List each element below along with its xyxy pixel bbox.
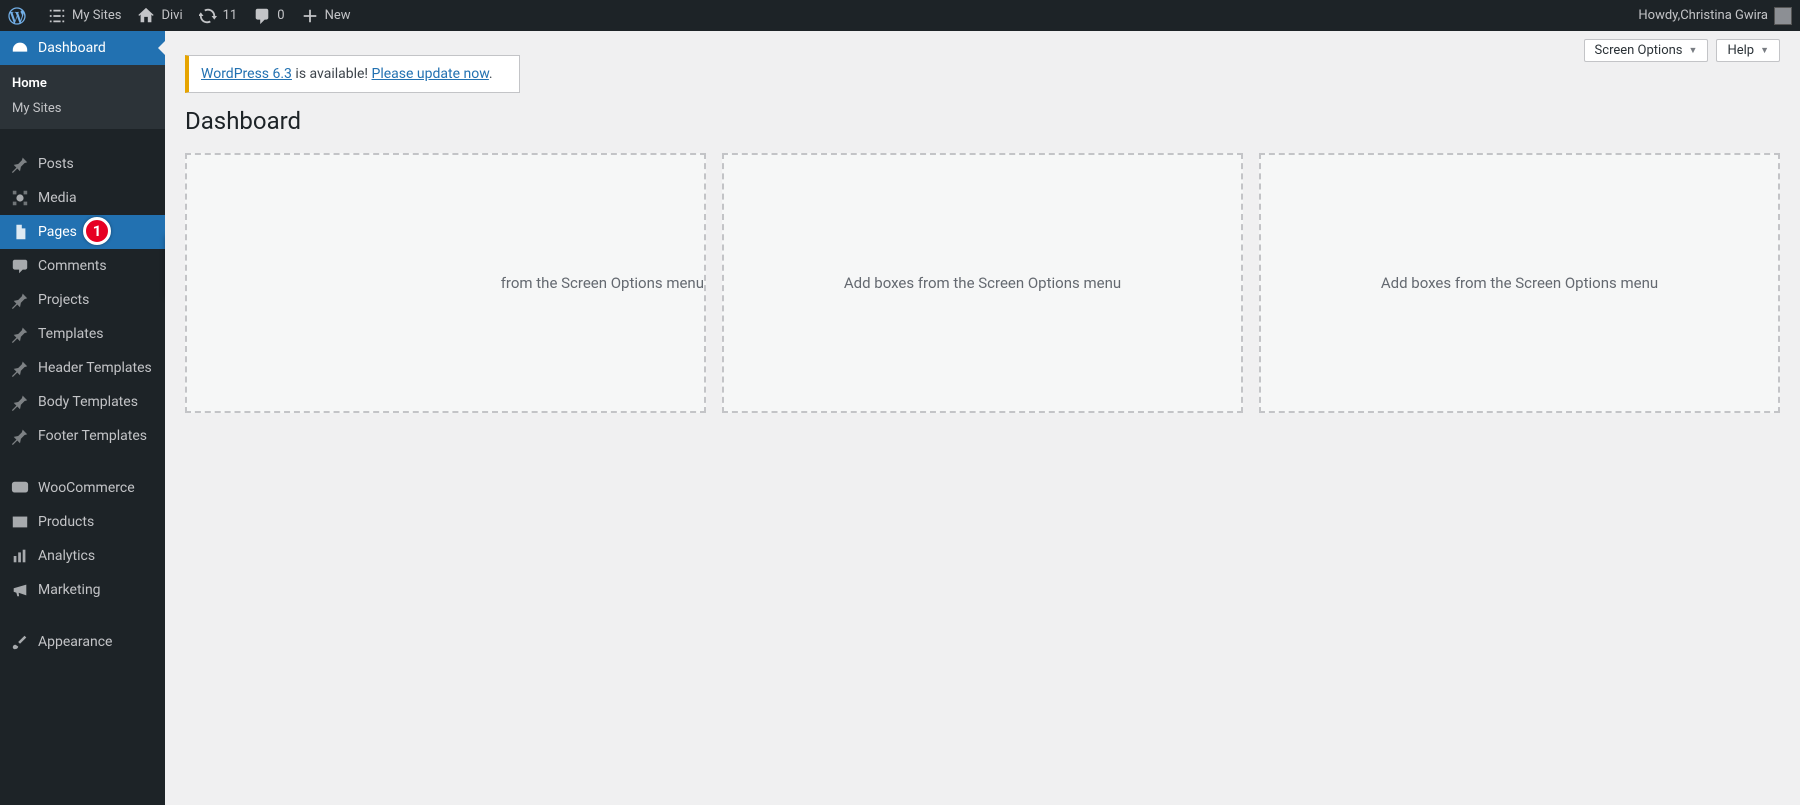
screen-meta-links: Screen Options ▼ Help ▼	[1584, 39, 1780, 62]
content-area: Screen Options ▼ Help ▼ WordPress 6.3 is a…	[165, 31, 1800, 805]
update-icon	[199, 7, 217, 25]
home-icon	[137, 7, 155, 25]
sidebar-item-footer-templates[interactable]: Footer Templates	[0, 419, 165, 453]
new-content-label: New	[325, 8, 351, 23]
wp-logo[interactable]	[0, 0, 40, 31]
account-menu[interactable]: Howdy, Christina Gwira	[1630, 0, 1800, 31]
placeholder-text: Add boxes from the Screen Options menu	[1381, 274, 1658, 292]
analytics-icon	[10, 547, 30, 565]
chevron-down-icon: ▼	[1689, 45, 1698, 56]
sidebar-item-pages[interactable]: Pages 1	[0, 215, 165, 249]
placeholder-text: Add boxes from the Screen Options menu	[844, 274, 1121, 292]
sidebar-item-dashboard[interactable]: Dashboard	[0, 31, 165, 65]
avatar	[1774, 7, 1792, 25]
media-icon	[10, 189, 30, 207]
sidebar-item-label: WooCommerce	[38, 480, 135, 496]
sidebar-item-projects[interactable]: Projects	[0, 283, 165, 317]
sidebar-item-products[interactable]: Products	[0, 505, 165, 539]
sidebar-item-posts[interactable]: Posts	[0, 147, 165, 181]
sidebar-item-marketing[interactable]: Marketing	[0, 573, 165, 607]
updates-menu[interactable]: 11	[191, 0, 246, 31]
help-label: Help	[1727, 43, 1754, 58]
sidebar-item-appearance[interactable]: Appearance	[0, 625, 165, 659]
pin-icon	[10, 359, 30, 377]
user-name: Christina Gwira	[1680, 8, 1768, 23]
sidebar-item-label: Analytics	[38, 548, 95, 564]
megaphone-icon	[10, 581, 30, 599]
network-icon	[48, 7, 66, 25]
admin-sidebar: Dashboard Home My Sites Posts Media Page…	[0, 31, 165, 805]
plus-icon	[301, 7, 319, 25]
sidebar-item-label: Header Templates	[38, 360, 152, 376]
sidebar-item-label: Comments	[38, 258, 107, 274]
sidebar-item-label: Body Templates	[38, 394, 138, 410]
placeholder-text: from the Screen Options menu	[187, 274, 704, 292]
dashboard-submenu: Home My Sites	[0, 65, 165, 129]
screen-options-button[interactable]: Screen Options ▼	[1584, 39, 1709, 62]
brush-icon	[10, 633, 30, 651]
sidebar-item-templates[interactable]: Templates	[0, 317, 165, 351]
pages-icon	[10, 223, 30, 241]
comments-count: 0	[277, 8, 284, 23]
products-icon	[10, 513, 30, 531]
pin-icon	[10, 155, 30, 173]
submenu-my-sites[interactable]: My Sites	[0, 96, 165, 121]
sidebar-item-header-templates[interactable]: Header Templates	[0, 351, 165, 385]
new-content-menu[interactable]: New	[293, 0, 359, 31]
howdy-prefix: Howdy,	[1638, 8, 1680, 23]
widget-placeholder: Add boxes from the Screen Options menu	[722, 153, 1243, 413]
sidebar-item-label: Products	[38, 514, 94, 530]
updates-count: 11	[223, 8, 238, 23]
sidebar-item-label: Projects	[38, 292, 89, 308]
notice-text-mid: is available!	[292, 66, 372, 82]
annotation-1: 1	[83, 217, 111, 245]
comments-menu[interactable]: 0	[245, 0, 292, 31]
sidebar-item-label: Posts	[38, 156, 74, 172]
pin-icon	[10, 393, 30, 411]
update-notice: WordPress 6.3 is available! Please updat…	[185, 55, 520, 93]
chevron-down-icon: ▼	[1760, 45, 1769, 56]
dashboard-icon	[10, 39, 30, 57]
pin-icon	[10, 325, 30, 343]
widget-placeholder: from the Screen Options menu	[185, 153, 706, 413]
notice-version-link[interactable]: WordPress 6.3	[201, 66, 292, 82]
wordpress-icon	[8, 7, 26, 25]
widget-placeholder: Add boxes from the Screen Options menu	[1259, 153, 1780, 413]
sidebar-item-label: Dashboard	[38, 40, 106, 56]
admin-toolbar: My Sites Divi 11 0 New Howdy, Christina …	[0, 0, 1800, 31]
sidebar-item-label: Pages	[38, 224, 77, 240]
site-name-label: Divi	[161, 8, 182, 23]
help-button[interactable]: Help ▼	[1716, 39, 1780, 62]
sidebar-item-label: Appearance	[38, 634, 112, 650]
sidebar-item-label: Templates	[38, 326, 104, 342]
woo-icon	[10, 480, 30, 496]
my-sites-menu[interactable]: My Sites	[40, 0, 129, 31]
pin-icon	[10, 427, 30, 445]
notice-text-end: .	[489, 66, 493, 82]
sidebar-item-comments[interactable]: Comments	[0, 249, 165, 283]
sidebar-item-media[interactable]: Media	[0, 181, 165, 215]
pin-icon	[10, 291, 30, 309]
submenu-home[interactable]: Home	[0, 71, 165, 96]
sidebar-item-label: Footer Templates	[38, 428, 147, 444]
sidebar-item-analytics[interactable]: Analytics	[0, 539, 165, 573]
sidebar-item-label: Media	[38, 190, 77, 206]
comment-icon	[253, 7, 271, 25]
screen-options-label: Screen Options	[1595, 43, 1683, 58]
my-sites-label: My Sites	[72, 8, 121, 23]
sidebar-item-label: Marketing	[38, 582, 101, 598]
dashboard-widgets: from the Screen Options menu Add boxes f…	[185, 153, 1780, 413]
site-name-menu[interactable]: Divi	[129, 0, 190, 31]
sidebar-item-woocommerce[interactable]: WooCommerce	[0, 471, 165, 505]
comment-icon	[10, 257, 30, 275]
page-title: Dashboard	[185, 107, 1780, 135]
notice-update-link[interactable]: Please update now	[372, 66, 489, 82]
sidebar-item-body-templates[interactable]: Body Templates	[0, 385, 165, 419]
